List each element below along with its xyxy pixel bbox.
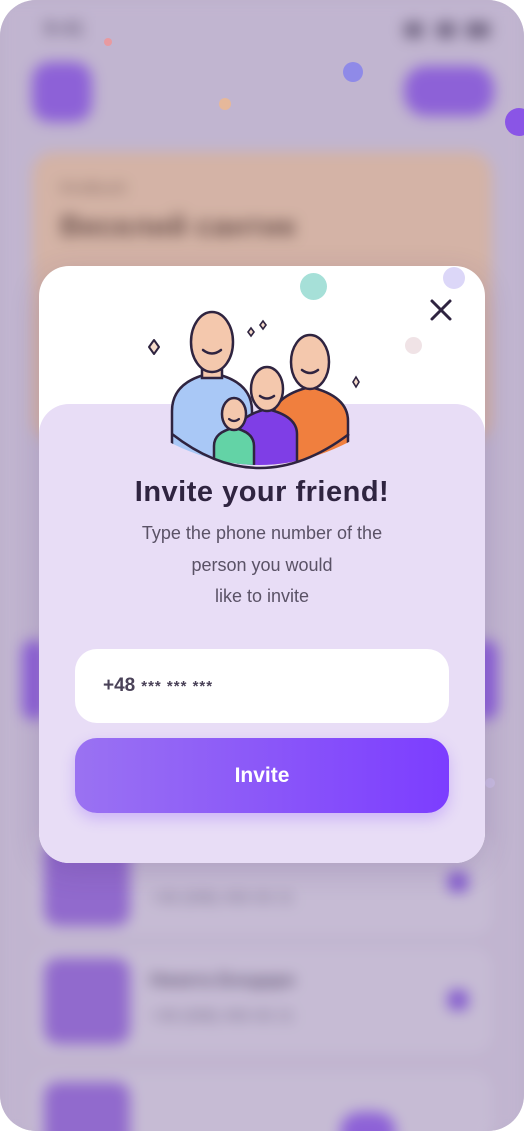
confetti-dot <box>219 98 231 110</box>
phone-mask-placeholder: *** *** *** <box>141 677 214 695</box>
invite-modal: Invite your friend! Type the phone numbe… <box>39 266 485 863</box>
phone-number-input[interactable]: +48 *** *** *** <box>75 649 449 723</box>
confetti-dot <box>405 337 422 354</box>
phone-screen: 9:41 Kindbush Веселий сантик +38 (098) 4… <box>0 0 524 1131</box>
description-line: like to invite <box>214 586 310 606</box>
confetti-dot <box>343 62 363 82</box>
description-line: person you would <box>191 554 333 575</box>
close-button[interactable] <box>425 294 457 326</box>
phone-country-code: +48 <box>103 675 136 696</box>
confetti-dot <box>300 273 327 300</box>
description-line: Type the phone number of the <box>141 523 383 543</box>
close-icon <box>430 299 452 321</box>
family-illustration <box>148 310 360 470</box>
modal-description: Type the phone number of the person you … <box>92 518 432 613</box>
confetti-dot <box>485 778 495 788</box>
confetti-dot <box>443 267 465 289</box>
invite-button[interactable]: Invite <box>75 738 449 813</box>
invite-button-label: Invite <box>234 763 290 787</box>
modal-title: Invite your friend! <box>134 476 390 508</box>
confetti-dot <box>104 38 112 46</box>
